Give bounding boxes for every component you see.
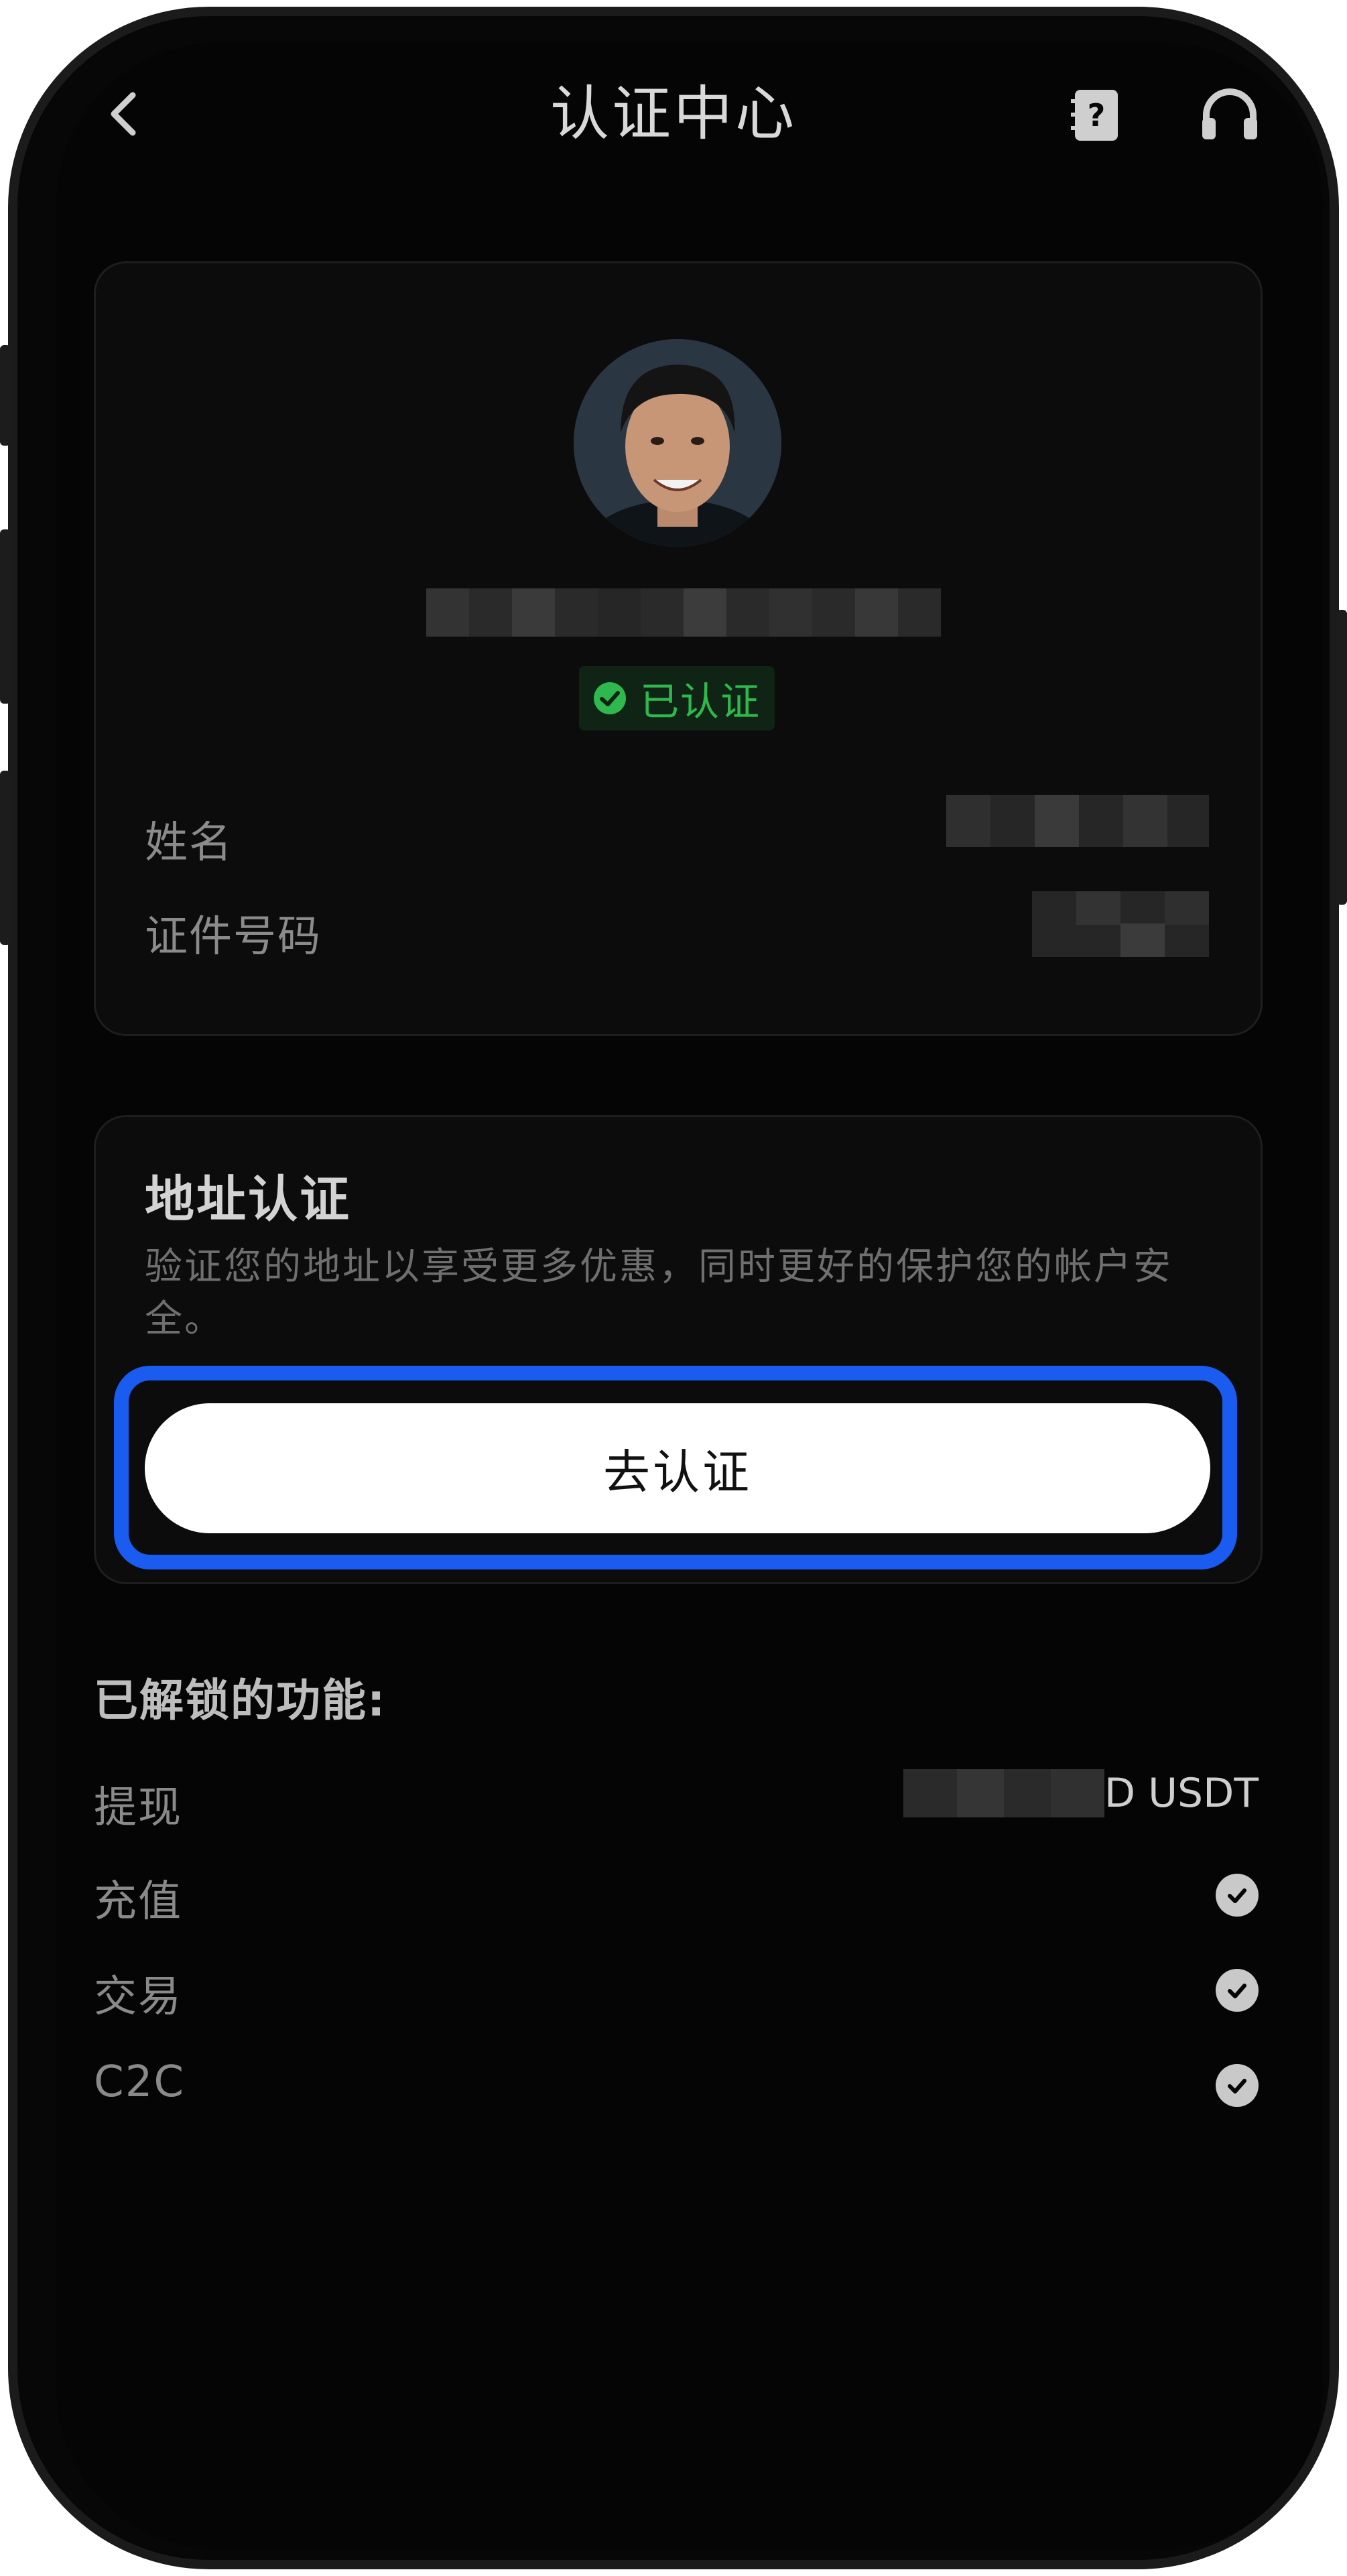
- feature-c2c-label: C2C: [94, 2057, 186, 2107]
- feature-deposit-label: 充值: [94, 1877, 182, 1927]
- name-label: 姓名: [145, 818, 233, 868]
- feature-deposit-status: [1216, 1874, 1259, 1917]
- svg-text:?: ?: [1088, 97, 1106, 133]
- page-title: 认证中心: [550, 79, 797, 148]
- go-verify-button[interactable]: 去认证: [145, 1403, 1210, 1533]
- feature-c2c-status: [1216, 2064, 1259, 2107]
- withdraw-limit-unit: D USDT: [1104, 1770, 1259, 1817]
- feature-trade-status: [1216, 1969, 1259, 2012]
- verified-badge: 已认证: [579, 666, 775, 730]
- avatar: [574, 339, 781, 547]
- support-button[interactable]: [1200, 86, 1260, 143]
- address-verification-description: 验证您的地址以享受更多优惠，同时更好的保护您的帐户安全。: [145, 1245, 1173, 1341]
- feature-trade-label: 交易: [94, 1972, 182, 2022]
- unlocked-features-title: 已解锁的功能:: [94, 1675, 387, 1726]
- masked-limit-value: [903, 1769, 1104, 1817]
- id-number-label: 证件号码: [145, 912, 322, 962]
- feature-withdraw-limit: D USDT: [903, 1766, 1259, 1820]
- masked-name-value: [946, 795, 1209, 847]
- check-icon: [1216, 1969, 1259, 2012]
- masked-id-value: [1032, 891, 1209, 957]
- check-circle-icon: [593, 682, 626, 714]
- masked-username: [426, 588, 941, 637]
- volume-button: [0, 345, 11, 446]
- headset-icon: [1202, 88, 1257, 139]
- question-book-icon: ?: [1071, 90, 1118, 141]
- volume-down-button: [0, 771, 11, 945]
- check-icon: [1216, 1874, 1259, 1917]
- power-button: [1336, 610, 1347, 905]
- help-button[interactable]: ?: [1070, 87, 1120, 143]
- volume-up-button: [0, 529, 11, 704]
- avatar-photo: [574, 339, 781, 547]
- check-icon: [1216, 2064, 1259, 2107]
- verified-badge-label: 已认证: [639, 679, 761, 724]
- feature-withdraw-label: 提现: [94, 1783, 182, 1833]
- address-verification-title: 地址认证: [145, 1171, 351, 1228]
